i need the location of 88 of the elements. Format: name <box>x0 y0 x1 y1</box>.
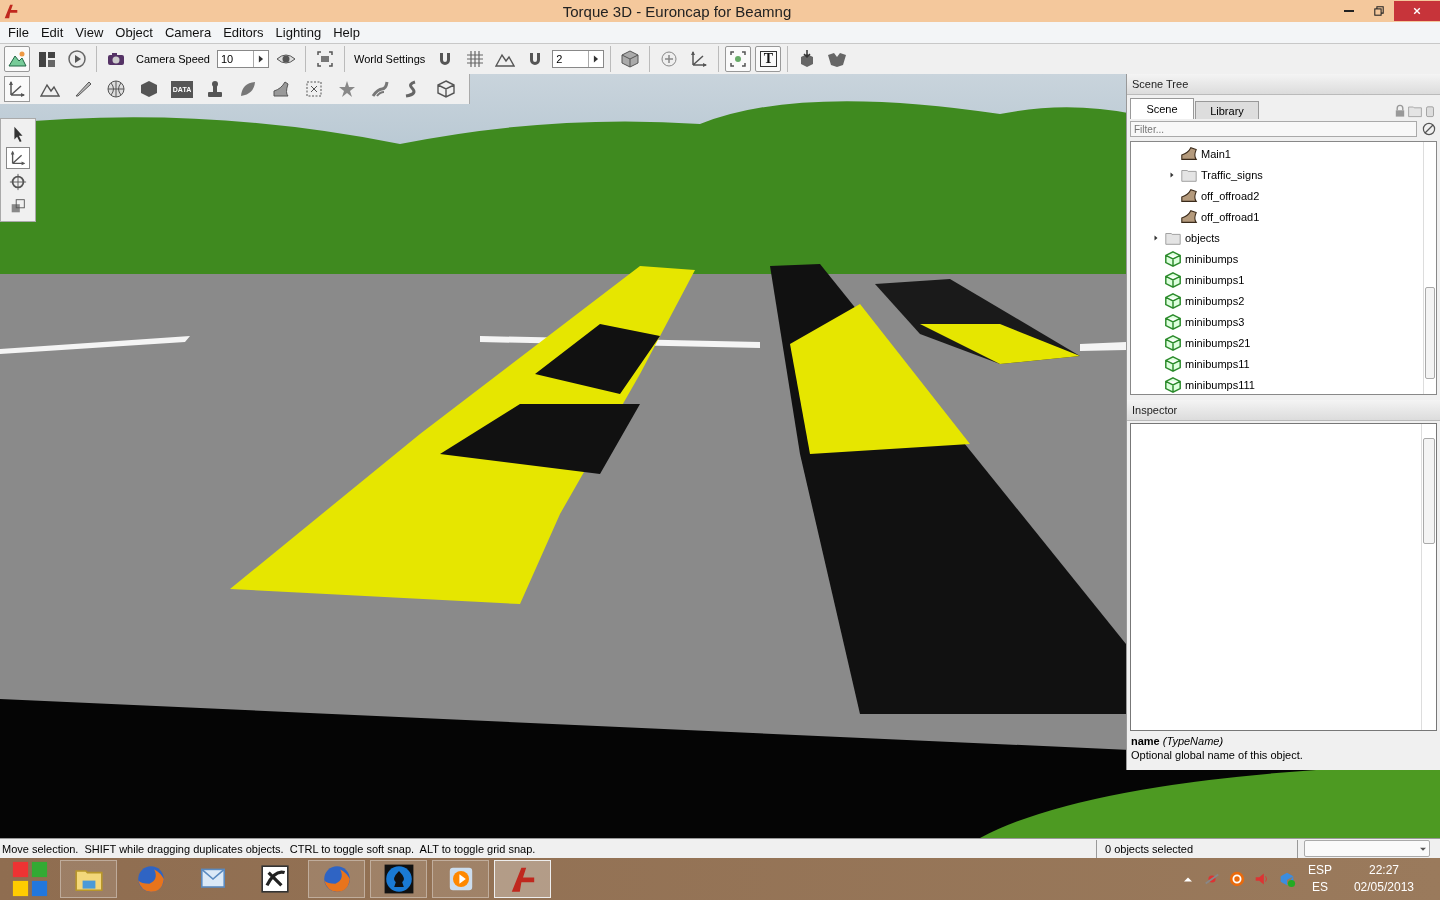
cube-icon <box>1164 270 1182 289</box>
toolbar-button[interactable] <box>4 46 30 72</box>
tree-item-label[interactable]: objects <box>1185 231 1220 244</box>
scrollbar[interactable] <box>1421 424 1436 730</box>
folder-icon <box>1407 103 1423 119</box>
tree-item-label[interactable]: off_offroad2 <box>1201 189 1260 202</box>
toolbar-label: World Settings <box>353 53 427 65</box>
toolbar-button[interactable] <box>725 46 752 72</box>
app-logo-icon <box>2 2 20 20</box>
input-language[interactable]: ESP <box>1307 862 1332 879</box>
cube-icon <box>1164 291 1182 310</box>
field-help-text: name (TypeName) <box>1131 734 1225 748</box>
globe-icon <box>106 79 126 99</box>
window-title: Torque 3D - Euroncap for Beamng <box>561 2 793 20</box>
spin-field[interactable]: 2 <box>552 50 605 68</box>
cube-icon <box>1164 249 1182 268</box>
axis-icon <box>7 79 27 99</box>
toolbar-button[interactable]: T <box>755 46 782 72</box>
cube-icon <box>1164 354 1182 373</box>
stamp-icon <box>205 79 225 99</box>
app-icon <box>258 863 291 895</box>
tree-item-label[interactable]: Main1 <box>1201 147 1231 160</box>
selection-count: 0 objects selected <box>1105 842 1194 855</box>
river-icon <box>370 79 390 99</box>
menu-item[interactable]: File <box>2 25 35 40</box>
spin-field[interactable]: 10 <box>217 50 269 68</box>
tree-item-label[interactable]: minibumps111 <box>1185 378 1255 391</box>
clear-filter-icon <box>1421 121 1437 137</box>
tree-item-label[interactable]: Traffic_signs <box>1201 168 1263 181</box>
toolbar-label: Camera Speed <box>135 53 211 65</box>
menu-item[interactable]: View <box>69 25 110 40</box>
keyboard-layout[interactable]: ES <box>1311 879 1328 896</box>
cube-icon <box>1164 375 1182 394</box>
tree-item-label[interactable]: minibumps11 <box>1185 357 1250 370</box>
clock-date[interactable]: 02/05/2013 <box>1353 879 1414 896</box>
menu-item[interactable]: Lighting <box>269 25 328 40</box>
restore-icon <box>1372 4 1386 18</box>
minimize-icon <box>1344 10 1354 12</box>
spade-icon <box>382 863 415 895</box>
scale-icon <box>9 197 27 215</box>
frame-icon <box>315 49 335 69</box>
rotate-icon <box>9 173 27 191</box>
cube-icon <box>1164 333 1182 352</box>
menu-item[interactable]: Editors <box>217 25 270 40</box>
selection-box-icon <box>304 79 324 99</box>
terrain-icon <box>7 49 27 69</box>
pen-icon <box>73 79 93 99</box>
star-icon <box>337 79 357 99</box>
cube-icon <box>139 79 159 99</box>
field-description: Optional global name of this object. <box>1131 748 1304 762</box>
cube-icon <box>436 79 456 99</box>
tree-item-label[interactable]: minibumps3 <box>1185 315 1245 328</box>
menu-item[interactable]: Edit <box>34 25 70 40</box>
menu-item[interactable]: Camera <box>158 25 218 40</box>
scrollbar[interactable] <box>1423 142 1436 394</box>
road-icon <box>1180 207 1198 226</box>
menu-item[interactable]: Help <box>327 25 366 40</box>
menu-item[interactable]: Object <box>109 25 159 40</box>
filter-field[interactable]: Filter... <box>1130 121 1417 137</box>
windows-logo-icon <box>11 860 49 898</box>
plus-icon <box>659 49 680 69</box>
leaf-icon <box>238 79 258 99</box>
tool-button[interactable] <box>6 147 30 169</box>
axis-icon <box>9 149 27 167</box>
play-icon <box>67 49 87 69</box>
tree-item-label[interactable]: minibumps1 <box>1185 273 1245 286</box>
tree-item-label[interactable]: off_offroad1 <box>1201 210 1260 223</box>
tree-item-label[interactable]: minibumps21 <box>1185 336 1251 349</box>
road-icon <box>1180 186 1198 205</box>
tree-item-label[interactable]: minibumps <box>1185 252 1239 265</box>
panel-title: Scene Tree <box>1132 78 1189 90</box>
cube-icon <box>620 49 641 69</box>
lock-icon <box>1393 104 1407 118</box>
layout-icon <box>37 49 57 69</box>
ramp-icon <box>271 79 291 99</box>
tree-item-label[interactable]: minibumps2 <box>1185 294 1245 307</box>
clock-time[interactable]: 22:27 <box>1368 862 1399 879</box>
target-icon <box>728 49 749 69</box>
status-hint: Move selection. SHIFT while dragging duplicates objects. CTRL to toggle soft snap. ALT to toggle grid snap. <box>1 842 537 855</box>
grid-icon <box>465 49 486 69</box>
editor-tool-button[interactable] <box>4 76 30 102</box>
cube-icon <box>1164 312 1182 331</box>
panel-tab[interactable]: Scene <box>1130 98 1194 119</box>
road-icon <box>1180 144 1198 163</box>
sync-icon <box>1227 870 1246 888</box>
trash-icon <box>1423 103 1437 119</box>
panel-tab[interactable]: Library <box>1195 101 1259 119</box>
panel-title: Inspector <box>1132 404 1178 416</box>
